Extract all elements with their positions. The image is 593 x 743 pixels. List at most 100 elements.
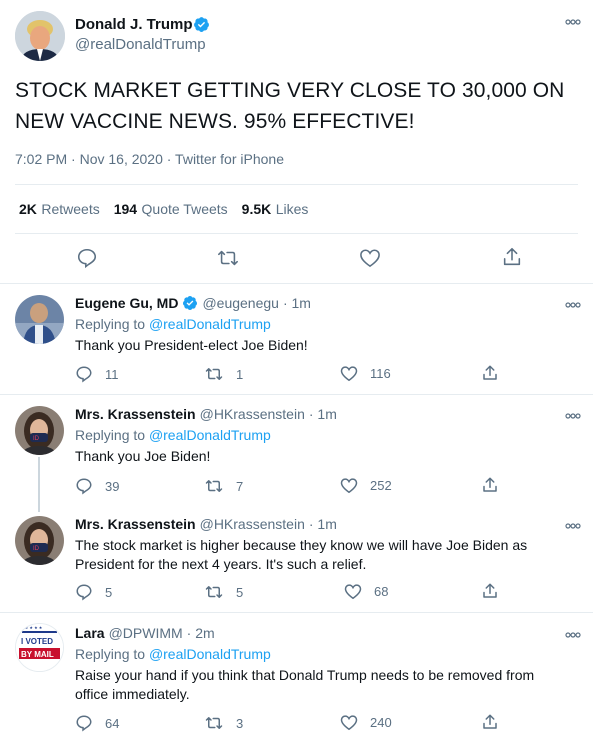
reply-text-line-2: office immediately.: [75, 686, 190, 702]
reply-count: 39: [105, 478, 120, 494]
retweet-action[interactable]: 5: [204, 583, 243, 601]
reply-action[interactable]: 39: [75, 477, 119, 495]
share-icon[interactable]: [481, 476, 499, 494]
reply-text-line-2: President for the next 4 years. It's suc…: [75, 556, 367, 572]
more-options-icon[interactable]: [565, 408, 581, 426]
reply-action[interactable]: 64: [75, 714, 119, 732]
tweet-text-line-1: STOCK MARKET GETTING VERY CLOSE TO 30,00…: [15, 79, 565, 102]
like-action[interactable]: 68: [344, 583, 388, 600]
reply-count: 11: [105, 366, 119, 382]
reply-header: Mrs. Krassenstein @HKrassenstein · 1m: [75, 516, 337, 532]
retweet-action[interactable]: 7: [204, 477, 243, 495]
retweet-count: 3: [236, 715, 244, 731]
reply-text: The stock market is higher because they …: [75, 536, 527, 574]
like-heart-icon: [340, 478, 358, 494]
like-heart-icon: [340, 715, 358, 731]
retweet-icon: [205, 480, 223, 492]
reply-author-name[interactable]: Mrs. Krassenstein: [75, 516, 196, 532]
more-options-icon[interactable]: [565, 297, 581, 315]
svg-text:I VOTED: I VOTED: [21, 637, 53, 646]
thread-line: [38, 457, 40, 512]
tweet-stats: 2K Retweets 194 Quote Tweets 9.5K Likes: [19, 201, 308, 219]
like-action[interactable]: 116: [340, 365, 391, 382]
tweet-text: STOCK MARKET GETTING VERY CLOSE TO 30,00…: [15, 75, 564, 137]
share-icon[interactable]: [481, 582, 499, 600]
more-options-icon[interactable]: [565, 627, 581, 645]
like-count: 68: [374, 584, 389, 599]
reply-count: 64: [105, 715, 120, 731]
author-handle[interactable]: @realDonaldTrump: [75, 36, 206, 53]
author-name[interactable]: Donald J. Trump: [75, 16, 193, 33]
replying-to-link[interactable]: @realDonaldTrump: [149, 646, 271, 662]
like-heart-icon: [340, 366, 358, 382]
divider: [0, 612, 593, 613]
retweets-stat[interactable]: 2K Retweets: [19, 201, 100, 219]
reply-header: Lara @DPWIMM · 2m: [75, 625, 215, 641]
quote-tweets-stat[interactable]: 194 Quote Tweets: [114, 201, 228, 219]
reply-author-handle[interactable]: @DPWIMM: [109, 625, 183, 641]
reply-author-handle[interactable]: @HKrassenstein: [200, 516, 305, 532]
reply-time[interactable]: · 1m: [309, 406, 337, 422]
reply-count: 5: [105, 584, 113, 600]
like-count: 240: [370, 715, 392, 730]
like-action[interactable]: 252: [340, 477, 392, 494]
divider: [0, 394, 593, 395]
reply-action[interactable]: 11: [75, 365, 119, 383]
retweet-count: 1: [236, 366, 244, 382]
reply-header: Mrs. Krassenstein @HKrassenstein · 1m: [75, 406, 337, 422]
share-icon[interactable]: [501, 246, 523, 268]
reply-author-name[interactable]: Mrs. Krassenstein: [75, 406, 196, 422]
share-icon[interactable]: [481, 713, 499, 731]
retweet-count: 7: [236, 478, 244, 494]
reply-text: Thank you President-elect Joe Biden!: [75, 337, 308, 353]
reply-text: Raise your hand if you think that Donald…: [75, 666, 534, 704]
reply-avatar[interactable]: ID: [15, 406, 64, 455]
reply-avatar[interactable]: ID: [15, 516, 64, 565]
divider: [15, 233, 578, 234]
replying-to: Replying to @realDonaldTrump: [75, 427, 271, 443]
reply-text-line-1: Raise your hand if you think that Donald…: [75, 667, 535, 683]
reply-icon: [76, 715, 92, 732]
svg-text:ID: ID: [33, 546, 40, 552]
like-count: 252: [370, 478, 392, 493]
like-heart-icon: [344, 584, 362, 600]
reply-author-handle[interactable]: @HKrassenstein: [200, 406, 305, 422]
more-options-icon[interactable]: [565, 518, 581, 536]
like-heart-icon[interactable]: [359, 248, 381, 268]
retweet-icon[interactable]: [216, 247, 240, 269]
reply-time[interactable]: · 2m: [187, 625, 215, 641]
retweet-icon: [205, 717, 223, 729]
reply-author-name[interactable]: Eugene Gu, MD: [75, 295, 178, 311]
reply-avatar[interactable]: ★ ★ ★ ★ ★ I VOTED BY MAIL: [15, 623, 64, 672]
like-count: 116: [370, 366, 391, 381]
replying-to: Replying to @realDonaldTrump: [75, 316, 271, 332]
svg-text:BY MAIL: BY MAIL: [21, 650, 54, 659]
like-action[interactable]: 240: [340, 714, 392, 731]
reply-time[interactable]: · 1m: [309, 516, 337, 532]
more-options-icon[interactable]: [565, 14, 581, 32]
reply-icon: [76, 478, 92, 495]
reply-header: Eugene Gu, MD @eugenegu · 1m: [75, 295, 311, 311]
retweet-action[interactable]: 1: [204, 365, 243, 383]
verified-badge-icon: [182, 295, 198, 311]
tweet-meta[interactable]: 7:02 PM · Nov 16, 2020 · Twitter for iPh…: [15, 151, 284, 167]
author-avatar[interactable]: [15, 11, 65, 61]
likes-stat[interactable]: 9.5K Likes: [242, 201, 309, 219]
reply-time[interactable]: · 1m: [283, 295, 311, 311]
replying-to-link[interactable]: @realDonaldTrump: [149, 427, 271, 443]
reply-avatar[interactable]: [15, 295, 64, 344]
replying-to-link[interactable]: @realDonaldTrump: [149, 316, 271, 332]
reply-author-name[interactable]: Lara: [75, 625, 105, 641]
retweet-icon: [205, 586, 223, 598]
reply-icon: [76, 584, 92, 601]
reply-icon[interactable]: [76, 247, 98, 269]
reply-author-handle[interactable]: @eugenegu: [202, 295, 279, 311]
svg-text:ID: ID: [33, 436, 40, 442]
reply-icon: [76, 366, 92, 383]
reply-text: Thank you Joe Biden!: [75, 448, 211, 464]
share-icon[interactable]: [481, 364, 499, 382]
retweet-icon: [205, 368, 223, 380]
retweet-action[interactable]: 3: [204, 714, 243, 732]
reply-action[interactable]: 5: [75, 583, 112, 601]
retweet-count: 5: [236, 584, 244, 600]
